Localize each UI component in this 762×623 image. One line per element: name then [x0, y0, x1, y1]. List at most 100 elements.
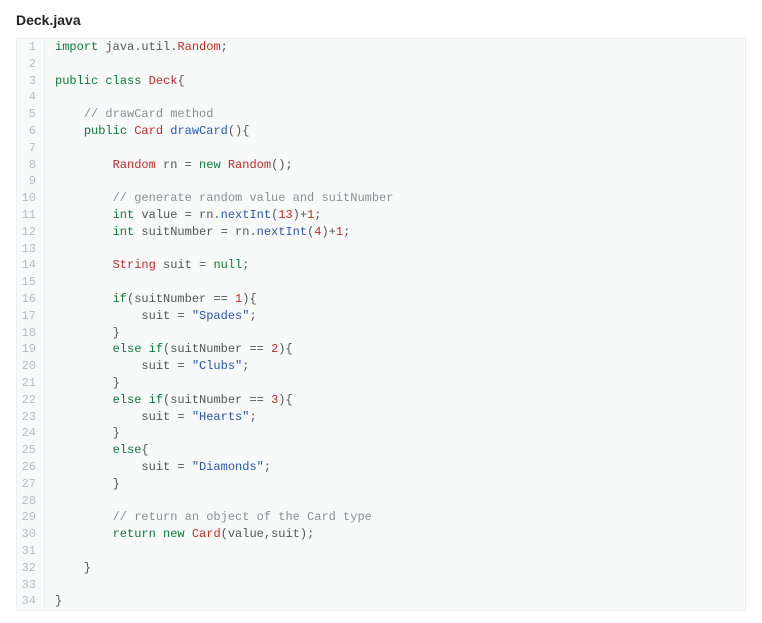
code-line: 31 [17, 543, 745, 560]
line-number: 22 [17, 392, 45, 409]
code-content: return new Card(value,suit); [45, 526, 314, 543]
line-number: 15 [17, 274, 45, 291]
code-content: else if(suitNumber == 3){ [45, 392, 293, 409]
line-number: 31 [17, 543, 45, 560]
code-content: public Card drawCard(){ [45, 123, 249, 140]
line-number: 7 [17, 140, 45, 157]
code-content: public class Deck{ [45, 73, 185, 90]
line-number: 8 [17, 157, 45, 174]
code-line: 6 public Card drawCard(){ [17, 123, 745, 140]
code-line: 7 [17, 140, 745, 157]
code-content: if(suitNumber == 1){ [45, 291, 257, 308]
code-line: 12 int suitNumber = rn.nextInt(4)+1; [17, 224, 745, 241]
code-content [45, 577, 62, 594]
code-content: } [45, 325, 120, 342]
file-title: Deck.java [16, 12, 746, 28]
code-content [45, 241, 62, 258]
line-number: 14 [17, 257, 45, 274]
line-number: 19 [17, 341, 45, 358]
code-line: 27 } [17, 476, 745, 493]
code-content: // return an object of the Card type [45, 509, 372, 526]
code-content: // generate random value and suitNumber [45, 190, 393, 207]
line-number: 12 [17, 224, 45, 241]
code-line: 13 [17, 241, 745, 258]
code-line: 10 // generate random value and suitNumb… [17, 190, 745, 207]
code-line: 33 [17, 577, 745, 594]
code-line: 21 } [17, 375, 745, 392]
code-line: 16 if(suitNumber == 1){ [17, 291, 745, 308]
code-content: } [45, 425, 120, 442]
code-line: 11 int value = rn.nextInt(13)+1; [17, 207, 745, 224]
line-number: 26 [17, 459, 45, 476]
code-line: 18 } [17, 325, 745, 342]
line-number: 34 [17, 593, 45, 610]
line-number: 24 [17, 425, 45, 442]
line-number: 16 [17, 291, 45, 308]
code-line: 2 [17, 56, 745, 73]
code-line: 23 suit = "Hearts"; [17, 409, 745, 426]
code-line: 20 suit = "Clubs"; [17, 358, 745, 375]
code-content: } [45, 560, 91, 577]
code-content [45, 89, 62, 106]
code-line: 32 } [17, 560, 745, 577]
code-line: 24 } [17, 425, 745, 442]
code-content [45, 140, 62, 157]
line-number: 32 [17, 560, 45, 577]
line-number: 1 [17, 39, 45, 56]
code-content: // drawCard method [45, 106, 213, 123]
line-number: 21 [17, 375, 45, 392]
code-content [45, 173, 62, 190]
line-number: 33 [17, 577, 45, 594]
line-number: 10 [17, 190, 45, 207]
code-content: } [45, 476, 120, 493]
code-content [45, 543, 62, 560]
code-content: int suitNumber = rn.nextInt(4)+1; [45, 224, 350, 241]
code-line: 17 suit = "Spades"; [17, 308, 745, 325]
code-content: Random rn = new Random(); [45, 157, 293, 174]
code-line: 9 [17, 173, 745, 190]
code-line: 15 [17, 274, 745, 291]
line-number: 13 [17, 241, 45, 258]
code-content [45, 274, 62, 291]
code-content: suit = "Hearts"; [45, 409, 257, 426]
code-content: suit = "Diamonds"; [45, 459, 271, 476]
code-line: 5 // drawCard method [17, 106, 745, 123]
line-number: 6 [17, 123, 45, 140]
code-content: String suit = null; [45, 257, 249, 274]
code-line: 14 String suit = null; [17, 257, 745, 274]
line-number: 18 [17, 325, 45, 342]
code-content: else{ [45, 442, 149, 459]
line-number: 25 [17, 442, 45, 459]
code-content [45, 493, 62, 510]
code-line: 29 // return an object of the Card type [17, 509, 745, 526]
line-number: 23 [17, 409, 45, 426]
code-line: 19 else if(suitNumber == 2){ [17, 341, 745, 358]
code-line: 3public class Deck{ [17, 73, 745, 90]
code-block: 1import java.util.Random;2 3public class… [16, 38, 746, 611]
line-number: 4 [17, 89, 45, 106]
code-line: 28 [17, 493, 745, 510]
code-content: } [45, 375, 120, 392]
code-line: 26 suit = "Diamonds"; [17, 459, 745, 476]
code-content: int value = rn.nextInt(13)+1; [45, 207, 321, 224]
code-line: 8 Random rn = new Random(); [17, 157, 745, 174]
code-line: 22 else if(suitNumber == 3){ [17, 392, 745, 409]
code-content: else if(suitNumber == 2){ [45, 341, 293, 358]
code-content: import java.util.Random; [45, 39, 228, 56]
code-content: suit = "Spades"; [45, 308, 257, 325]
code-content: suit = "Clubs"; [45, 358, 249, 375]
line-number: 9 [17, 173, 45, 190]
code-line: 1import java.util.Random; [17, 39, 745, 56]
code-line: 30 return new Card(value,suit); [17, 526, 745, 543]
line-number: 3 [17, 73, 45, 90]
code-content: } [45, 593, 62, 610]
line-number: 20 [17, 358, 45, 375]
line-number: 29 [17, 509, 45, 526]
line-number: 17 [17, 308, 45, 325]
code-line: 25 else{ [17, 442, 745, 459]
line-number: 5 [17, 106, 45, 123]
line-number: 11 [17, 207, 45, 224]
line-number: 28 [17, 493, 45, 510]
line-number: 30 [17, 526, 45, 543]
code-line: 4 [17, 89, 745, 106]
